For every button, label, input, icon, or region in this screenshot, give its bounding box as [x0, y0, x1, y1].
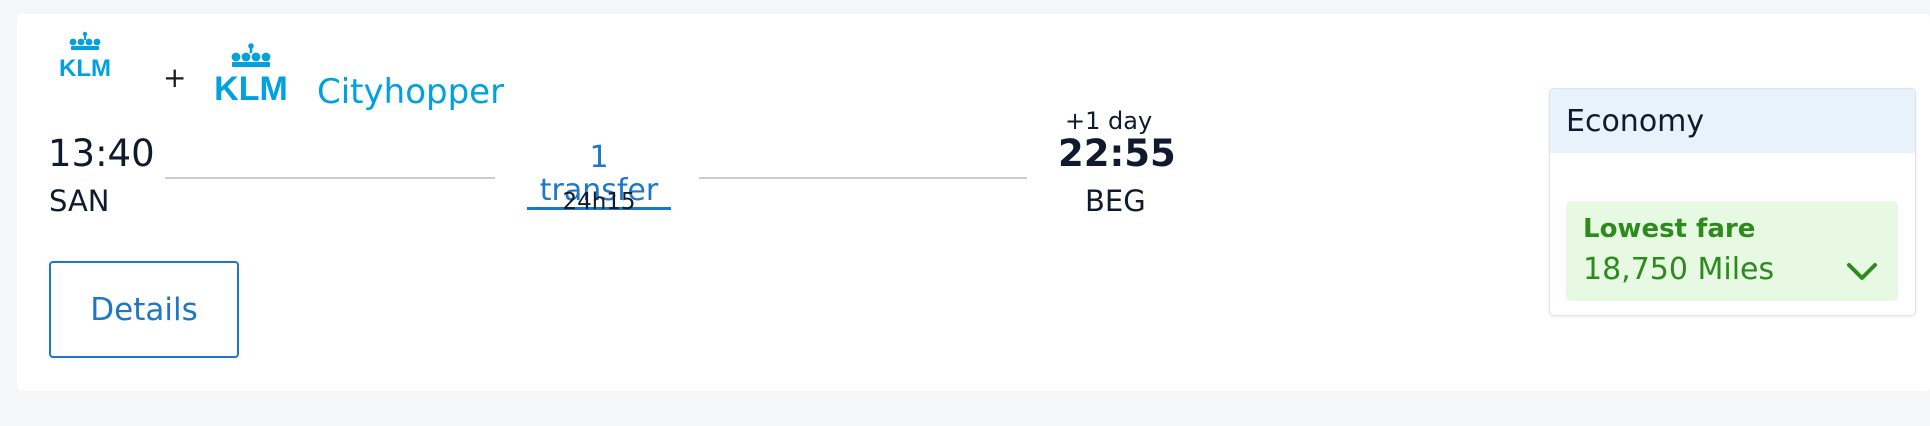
svg-text:KLM: KLM — [214, 70, 288, 102]
route-line-right — [699, 177, 1027, 179]
cabin-class-label: Economy — [1566, 103, 1705, 139]
cabin-class-header: Economy — [1550, 89, 1915, 153]
chevron-down-icon[interactable] — [1846, 261, 1878, 287]
arrival-time: 22:55 — [1058, 132, 1176, 175]
fare-type-label: Lowest fare — [1583, 214, 1756, 244]
details-button[interactable]: Details — [49, 261, 239, 358]
fare-price: 18,750 Miles — [1583, 252, 1775, 287]
route-line-left — [165, 177, 495, 179]
arrival-day-offset: +1 day — [1065, 107, 1153, 135]
departure-time: 13:40 — [48, 132, 155, 175]
klm-cityhopper-logo: KLM — [201, 42, 301, 102]
svg-text:KLM: KLM — [59, 55, 111, 80]
klm-logo: KLM — [49, 30, 121, 80]
departure-airport: SAN — [49, 184, 110, 218]
logo-plus-sign: + — [163, 61, 187, 94]
flight-duration: 24h15 — [562, 189, 636, 215]
arrival-airport: BEG — [1085, 184, 1146, 218]
lowest-fare-option[interactable]: Lowest fare 18,750 Miles — [1566, 201, 1898, 301]
fare-card-economy: Economy Lowest fare 18,750 Miles — [1549, 88, 1916, 316]
cityhopper-wordmark: Cityhopper — [317, 72, 505, 112]
